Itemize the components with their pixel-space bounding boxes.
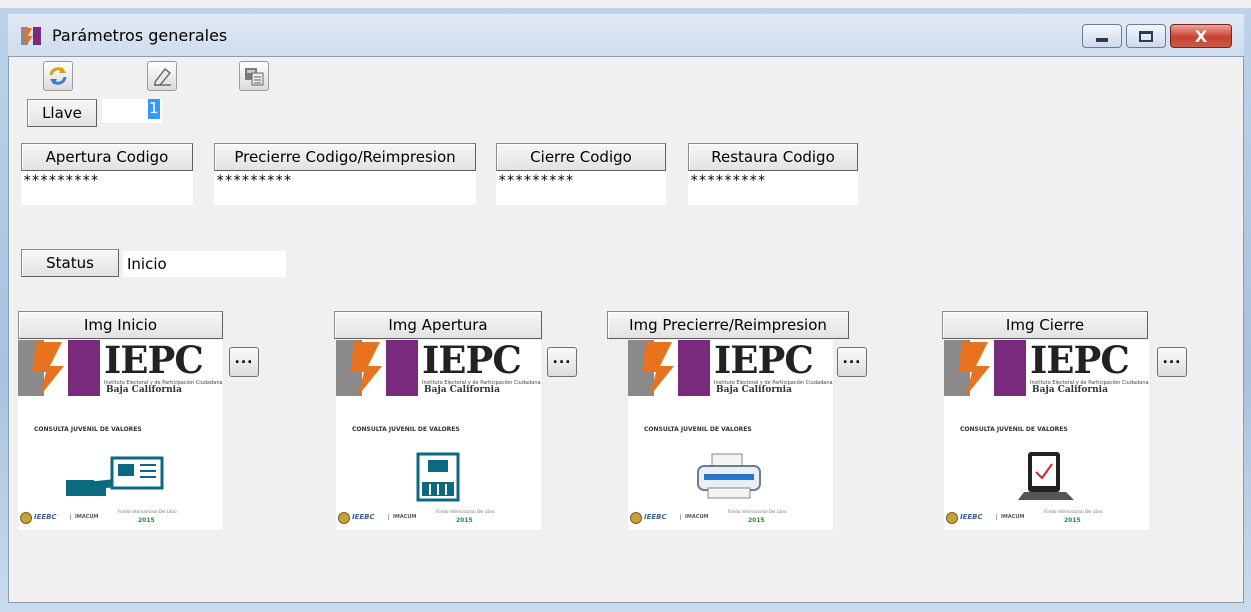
browse-img-cierre-button[interactable]: ... bbox=[1157, 347, 1187, 377]
footer-year: 2015 bbox=[138, 517, 155, 524]
img-apertura-button[interactable]: Img Apertura bbox=[334, 311, 542, 339]
img-inicio-button[interactable]: Img Inicio bbox=[18, 311, 223, 339]
maximize-icon bbox=[1139, 30, 1153, 42]
img-precierre-preview: IEPC Instituto Electoral y de Participac… bbox=[628, 340, 833, 530]
iepc-logo-icon bbox=[18, 340, 100, 396]
consulta-text: CONSULTA JUVENIL DE VALORES bbox=[644, 426, 752, 433]
footer-fil: Fondo Internacional Del Libro bbox=[728, 509, 787, 514]
browse-img-inicio-button[interactable]: ... bbox=[229, 347, 259, 377]
status-button[interactable]: Status bbox=[21, 249, 119, 277]
refresh-icon[interactable] bbox=[43, 61, 73, 91]
footer-logos: IEEBC IMACUM Fondo Internacional Del Lib… bbox=[628, 508, 833, 528]
minimize-button[interactable] bbox=[1082, 24, 1122, 48]
footer-logos: IEEBC IMACUM Fondo Internacional Del Lib… bbox=[944, 508, 1149, 528]
iepc-logo-icon bbox=[336, 340, 418, 396]
footer-ieebc: IEEBC bbox=[352, 513, 375, 521]
seal-icon bbox=[946, 512, 958, 524]
title-bar[interactable]: Parámetros generales X bbox=[8, 14, 1244, 58]
app-window: Parámetros generales X Llave 1 Apertura … bbox=[0, 0, 1251, 612]
cierre-codigo-field[interactable]: ********* bbox=[496, 171, 666, 205]
precierre-codigo-field[interactable]: ********* bbox=[214, 171, 476, 205]
logo-text: IEPC bbox=[1030, 340, 1130, 382]
footer-imacum: IMACUM bbox=[680, 514, 708, 520]
seal-icon bbox=[20, 512, 32, 524]
llave-field[interactable]: 1 bbox=[102, 99, 162, 123]
footer-imacum: IMACUM bbox=[388, 514, 416, 520]
minimize-icon bbox=[1096, 38, 1108, 42]
logo-text: IEPC bbox=[104, 340, 204, 382]
img-cierre-preview: IEPC Instituto Electoral y de Participac… bbox=[944, 340, 1149, 530]
tablet-check-icon bbox=[1018, 452, 1074, 500]
llave-value[interactable]: 1 bbox=[148, 99, 160, 119]
seal-icon bbox=[338, 512, 350, 524]
maximize-button[interactable] bbox=[1126, 24, 1166, 48]
restaura-codigo-field[interactable]: ********* bbox=[688, 171, 858, 205]
footer-ieebc: IEEBC bbox=[960, 513, 983, 521]
footer-fil: Fondo Internacional Del Libro bbox=[118, 509, 177, 514]
ballot-box-icon bbox=[416, 452, 460, 502]
logo-text: IEPC bbox=[714, 340, 814, 382]
window-title: Parámetros generales bbox=[52, 26, 228, 45]
logo-region: Baja California bbox=[1032, 385, 1108, 395]
img-precierre-button[interactable]: Img Precierre/Reimpresion bbox=[607, 311, 849, 339]
eraser-icon[interactable] bbox=[147, 61, 177, 91]
cierre-codigo-button[interactable]: Cierre Codigo bbox=[496, 143, 666, 171]
img-apertura-preview: IEPC Instituto Electoral y de Participac… bbox=[336, 340, 541, 530]
footer-logos: IEEBC IMACUM Fondo Internacional Del Lib… bbox=[336, 508, 541, 528]
footer-imacum: IMACUM bbox=[70, 514, 98, 520]
iepc-logo-icon bbox=[628, 340, 710, 396]
llave-button[interactable]: Llave bbox=[27, 99, 97, 127]
restaura-codigo-button[interactable]: Restaura Codigo bbox=[688, 143, 858, 171]
apertura-codigo-field[interactable]: ********* bbox=[21, 171, 193, 205]
logo-text: IEPC bbox=[422, 340, 522, 382]
status-field[interactable]: Inicio bbox=[123, 251, 286, 277]
printer-icon bbox=[697, 453, 761, 499]
footer-year: 2015 bbox=[456, 517, 473, 524]
form-body: Llave 1 Apertura Codigo Precierre Codigo… bbox=[8, 56, 1244, 603]
iepc-logo-icon bbox=[944, 340, 1026, 396]
close-button[interactable]: X bbox=[1170, 24, 1232, 48]
apertura-codigo-button[interactable]: Apertura Codigo bbox=[21, 143, 193, 171]
img-inicio-preview: IEPC Instituto Electoral y de Participac… bbox=[18, 340, 223, 530]
footer-imacum: IMACUM bbox=[996, 514, 1024, 520]
logo-region: Baja California bbox=[716, 385, 792, 395]
consulta-text: CONSULTA JUVENIL DE VALORES bbox=[34, 426, 142, 433]
precierre-codigo-button[interactable]: Precierre Codigo/Reimpresion bbox=[214, 143, 476, 171]
footer-ieebc: IEEBC bbox=[34, 513, 57, 521]
hand-card-icon bbox=[66, 456, 164, 496]
seal-icon bbox=[630, 512, 642, 524]
footer-fil: Fondo Internacional Del Libro bbox=[436, 509, 495, 514]
consulta-text: CONSULTA JUVENIL DE VALORES bbox=[960, 426, 1068, 433]
footer-year: 2015 bbox=[1064, 517, 1081, 524]
img-cierre-button[interactable]: Img Cierre bbox=[942, 311, 1148, 339]
consulta-text: CONSULTA JUVENIL DE VALORES bbox=[352, 426, 460, 433]
calculator-icon[interactable] bbox=[239, 61, 269, 91]
footer-ieebc: IEEBC bbox=[644, 513, 667, 521]
footer-fil: Fondo Internacional Del Libro bbox=[1044, 509, 1103, 514]
logo-region: Baja California bbox=[106, 385, 182, 395]
app-logo-icon bbox=[21, 27, 41, 46]
logo-region: Baja California bbox=[424, 385, 500, 395]
footer-year: 2015 bbox=[748, 517, 765, 524]
browse-img-precierre-button[interactable]: ... bbox=[837, 347, 867, 377]
browse-img-apertura-button[interactable]: ... bbox=[547, 347, 577, 377]
close-icon: X bbox=[1194, 26, 1208, 46]
footer-logos: IEEBC IMACUM Fondo Internacional Del Lib… bbox=[18, 508, 223, 528]
